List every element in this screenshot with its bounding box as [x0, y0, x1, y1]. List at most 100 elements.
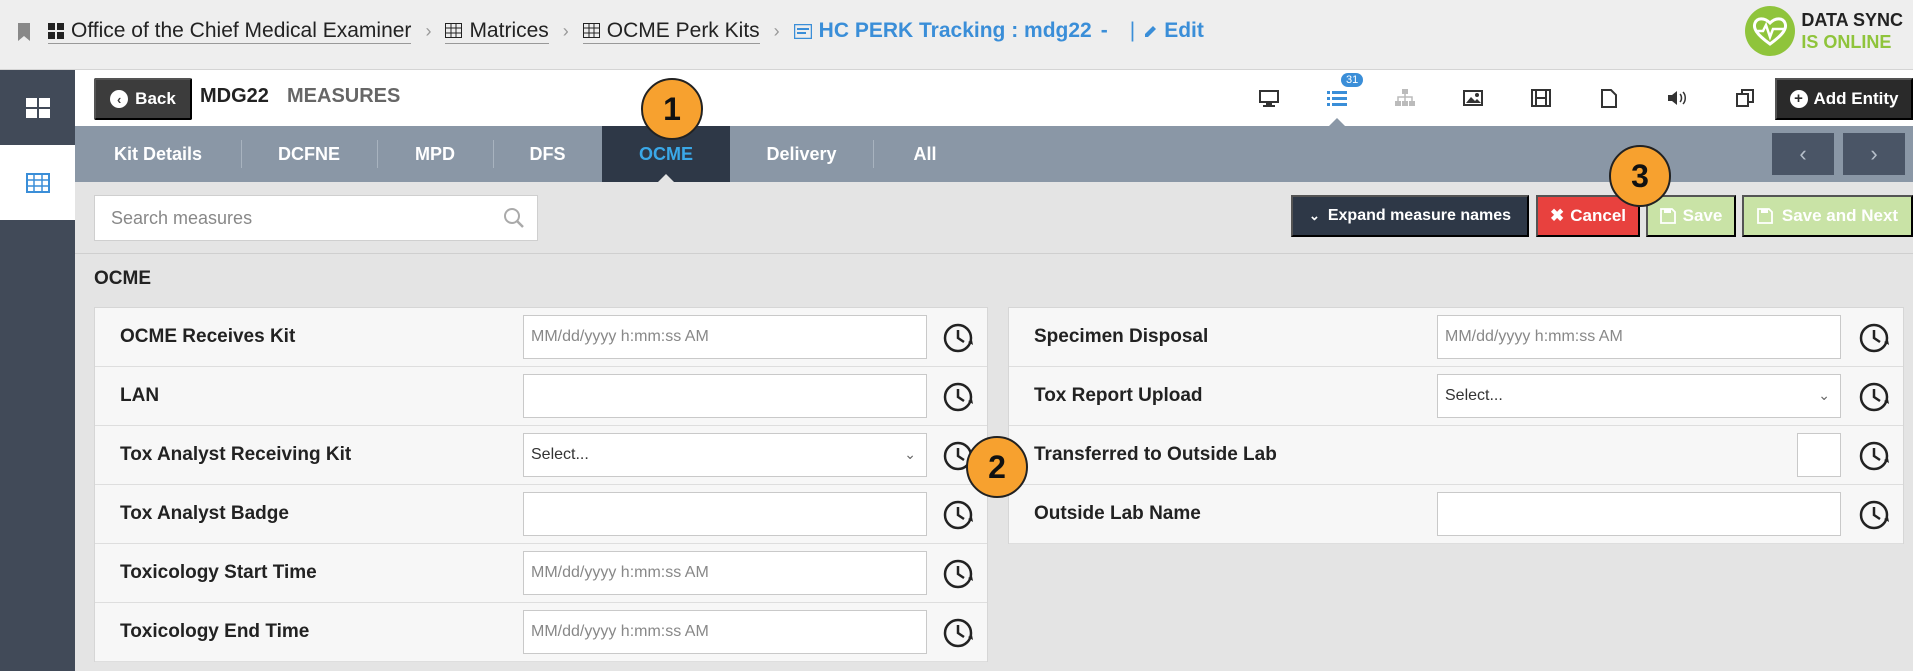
tab-dcfne[interactable]: DCFNE: [241, 126, 377, 182]
back-button[interactable]: ‹ Back: [94, 78, 192, 120]
expand-label: Expand measure names: [1327, 207, 1512, 224]
data-sync-status: DATA SYNC IS ONLINE: [1745, 6, 1903, 56]
breadcrumb-divider: |: [1129, 19, 1136, 42]
tox-analyst-badge-input[interactable]: [523, 492, 927, 536]
section-title: OCME: [94, 268, 151, 289]
measure-row: Toxicology End Time MM/dd/yyyy h:mm:ss A…: [95, 603, 987, 662]
form-icon: [793, 23, 812, 39]
tox-analyst-select[interactable]: Select... ⌄: [523, 433, 927, 477]
breadcrumb-item-ocme-perk-kits[interactable]: OCME Perk Kits: [582, 19, 760, 44]
breadcrumb-item-current: HC PERK Tracking : mdg22 -: [793, 19, 1108, 43]
close-icon: ✖: [1550, 206, 1565, 225]
search-icon[interactable]: [503, 207, 525, 229]
breadcrumb: Office of the Chief Medical Examiner › M…: [48, 0, 1204, 62]
breadcrumb-item-ocme-office[interactable]: Office of the Chief Medical Examiner: [48, 19, 412, 44]
expand-measure-names-button[interactable]: ⌄ Expand measure names: [1291, 195, 1529, 237]
bookmark-icon[interactable]: [16, 22, 32, 42]
history-icon[interactable]: [1858, 381, 1890, 413]
nav-dashboard[interactable]: [0, 70, 75, 145]
breadcrumb-label: Matrices: [469, 18, 549, 42]
measure-label: Tox Analyst Receiving Kit: [120, 444, 352, 465]
add-entity-button[interactable]: + Add Entity: [1775, 78, 1913, 120]
grid-icon: [25, 97, 50, 118]
callout-marker: 1: [641, 78, 703, 140]
history-icon[interactable]: [1858, 322, 1890, 354]
floppy-icon: [1659, 208, 1676, 224]
callout-marker: 2: [966, 436, 1028, 498]
audio-icon[interactable]: [1643, 90, 1711, 106]
search-placeholder: Search measures: [111, 208, 253, 228]
document-icon[interactable]: [1575, 88, 1643, 108]
measure-label: Outside Lab Name: [1034, 503, 1201, 524]
breadcrumb-separator-icon: ›: [773, 20, 780, 41]
left-measure-panel: OCME Receives Kit MM/dd/yyyy h:mm:ss AM …: [94, 307, 988, 662]
tab-delivery[interactable]: Delivery: [730, 126, 873, 182]
measure-row: Outside Lab Name: [1009, 485, 1903, 544]
datetime-input[interactable]: MM/dd/yyyy h:mm:ss AM: [523, 551, 927, 595]
history-icon[interactable]: [942, 499, 974, 531]
sync-status: IS ONLINE: [1801, 32, 1892, 52]
prev-tab-button[interactable]: ‹: [1772, 133, 1834, 175]
chevron-right-icon: ›: [1870, 141, 1878, 166]
measure-label: Specimen Disposal: [1034, 326, 1209, 347]
breadcrumb-separator-icon: ›: [562, 20, 569, 41]
chevron-down-icon: ⌄: [1308, 208, 1320, 223]
measure-row: Tox Report Upload Select... ⌄: [1009, 367, 1903, 426]
plus-icon: +: [1789, 90, 1808, 108]
view-toolbar: 31: [1235, 70, 1779, 126]
history-icon[interactable]: [942, 558, 974, 590]
datetime-input[interactable]: MM/dd/yyyy h:mm:ss AM: [1437, 315, 1841, 359]
measure-label: Tox Analyst Badge: [120, 503, 289, 524]
history-icon[interactable]: [942, 322, 974, 354]
select-value: Select...: [1445, 387, 1503, 404]
tab-kit-details[interactable]: Kit Details: [75, 126, 241, 182]
floppy-icon: [1756, 208, 1773, 224]
measure-row: OCME Receives Kit MM/dd/yyyy h:mm:ss AM: [95, 308, 987, 367]
measure-row: Specimen Disposal MM/dd/yyyy h:mm:ss AM: [1009, 308, 1903, 367]
monitor-icon[interactable]: [1235, 89, 1303, 107]
select-value: Select...: [531, 446, 589, 463]
datetime-input[interactable]: MM/dd/yyyy h:mm:ss AM: [523, 315, 927, 359]
right-measure-panel: Specimen Disposal MM/dd/yyyy h:mm:ss AM …: [1008, 307, 1904, 544]
measure-label: Transferred to Outside Lab: [1034, 444, 1277, 465]
save-and-next-button[interactable]: Save and Next: [1742, 195, 1913, 237]
save-label: Save: [1682, 206, 1723, 225]
back-label: Back: [135, 89, 176, 108]
tox-report-select[interactable]: Select... ⌄: [1437, 374, 1841, 418]
image-icon[interactable]: [1439, 90, 1507, 106]
heartbeat-icon: [1745, 6, 1796, 56]
transferred-checkbox[interactable]: [1797, 433, 1841, 477]
history-icon[interactable]: [1858, 440, 1890, 472]
chevron-down-icon: ⌄: [904, 446, 916, 462]
outside-lab-name-input[interactable]: [1437, 492, 1841, 536]
edit-link[interactable]: Edit: [1143, 19, 1204, 43]
pencil-icon: [1145, 25, 1157, 37]
save-button[interactable]: Save: [1646, 195, 1736, 237]
history-icon[interactable]: [1858, 499, 1890, 531]
breadcrumb-current-label: HC PERK Tracking : mdg22: [818, 19, 1092, 42]
next-tab-button[interactable]: ›: [1843, 133, 1905, 175]
film-icon[interactable]: [1507, 89, 1575, 107]
history-icon[interactable]: [942, 381, 974, 413]
measure-row: Tox Analyst Receiving Kit Select... ⌄: [95, 426, 987, 485]
measure-row: Toxicology Start Time MM/dd/yyyy h:mm:ss…: [95, 544, 987, 603]
chevron-left-icon: ‹: [110, 90, 129, 108]
nav-matrices[interactable]: [0, 145, 75, 220]
list-icon[interactable]: 31: [1303, 73, 1371, 126]
tab-dfs[interactable]: DFS: [493, 126, 602, 182]
measure-row: Tox Analyst Badge: [95, 485, 987, 544]
lan-input[interactable]: [523, 374, 927, 418]
history-icon[interactable]: [942, 617, 974, 649]
measure-label: Toxicology Start Time: [120, 562, 317, 583]
tab-mpd[interactable]: MPD: [377, 126, 493, 182]
entity-name: MDG22: [200, 85, 269, 107]
datetime-input[interactable]: MM/dd/yyyy h:mm:ss AM: [523, 610, 927, 654]
tab-all[interactable]: All: [873, 126, 977, 182]
copy-icon[interactable]: [1711, 89, 1779, 107]
measure-label: Toxicology End Time: [120, 621, 310, 642]
edit-label: Edit: [1164, 19, 1204, 42]
search-input[interactable]: Search measures: [94, 195, 538, 241]
breadcrumb-item-matrices[interactable]: Matrices: [445, 18, 549, 44]
cancel-label: Cancel: [1570, 206, 1626, 225]
hierarchy-icon[interactable]: [1371, 89, 1439, 107]
